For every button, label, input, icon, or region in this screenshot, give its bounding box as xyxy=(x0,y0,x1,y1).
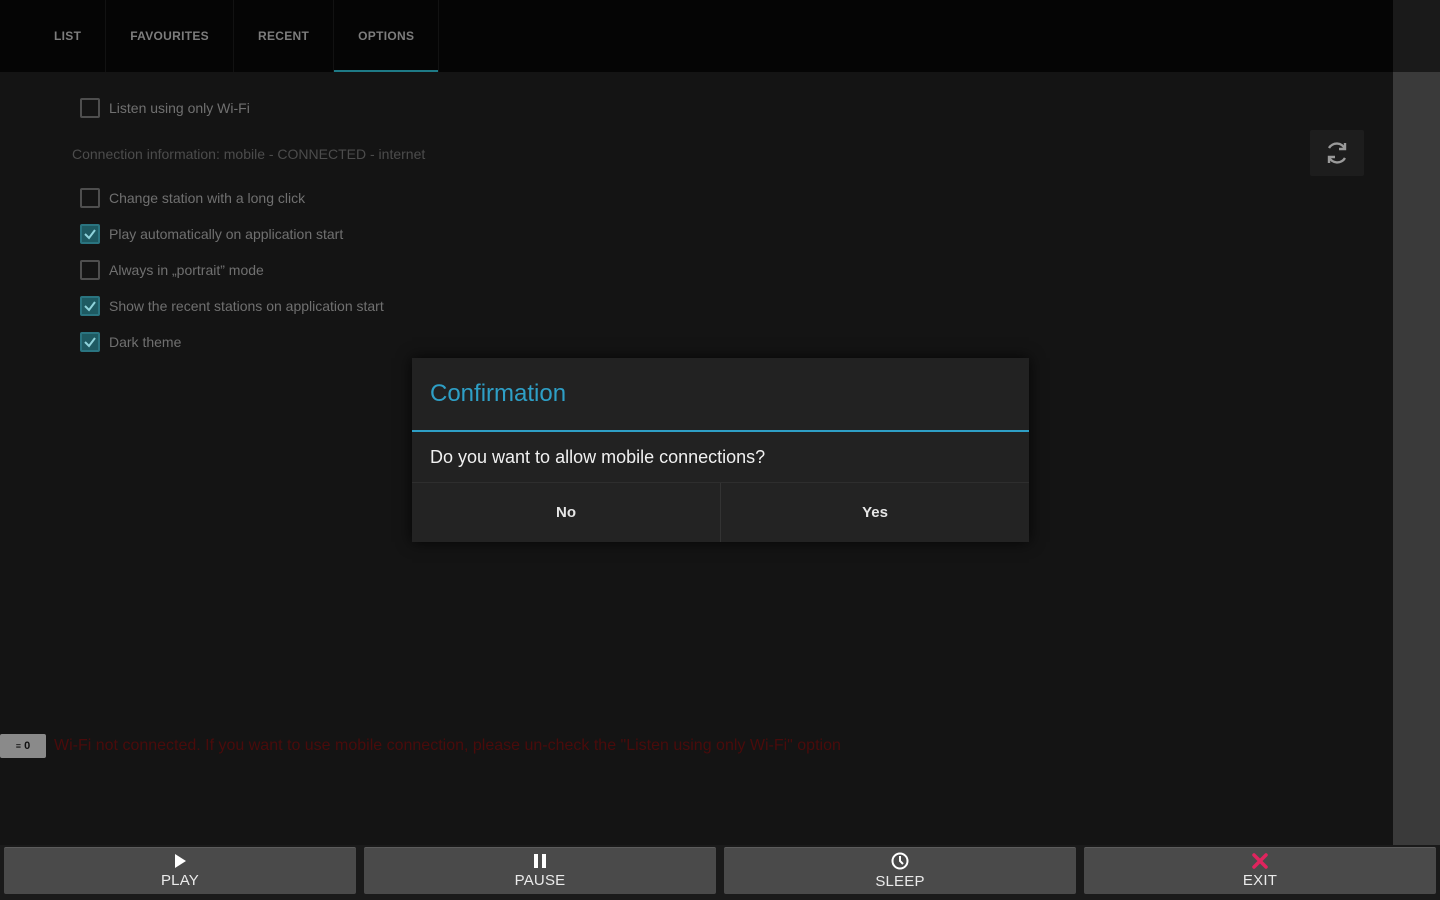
dialog-button-row: No Yes xyxy=(412,482,1029,542)
status-line: ≡ 0 Wi-Fi not connected. If you want to u… xyxy=(0,734,1100,758)
dark-theme-label: Dark theme xyxy=(109,334,182,350)
tab-bar-corner xyxy=(1393,0,1440,72)
tab-list[interactable]: LIST xyxy=(30,0,107,72)
long-click-checkbox[interactable] xyxy=(80,188,100,208)
play-icon xyxy=(175,854,186,868)
play-button[interactable]: PLAY xyxy=(4,847,356,894)
dark-theme-checkbox[interactable] xyxy=(80,332,100,352)
sleep-label: SLEEP xyxy=(875,873,925,890)
option-autoplay[interactable]: Play automatically on application start xyxy=(80,224,343,244)
option-wifi-only[interactable]: Listen using only Wi-Fi xyxy=(80,98,250,118)
scrollbar-track[interactable] xyxy=(1393,72,1440,845)
confirmation-dialog: Confirmation Do you want to allow mobile… xyxy=(412,358,1029,542)
tab-bar: LIST FAVOURITES RECENT OPTIONS xyxy=(0,0,1393,72)
option-dark-theme[interactable]: Dark theme xyxy=(80,332,181,352)
dialog-message: Do you want to allow mobile connections? xyxy=(430,446,766,467)
pause-icon xyxy=(534,854,546,868)
signal-status-icon: ≡ 0 xyxy=(0,734,46,758)
pause-label: PAUSE xyxy=(514,872,566,889)
option-long-click[interactable]: Change station with a long click xyxy=(80,188,305,208)
exit-button[interactable]: EXIT xyxy=(1084,847,1436,894)
tab-list-label: LIST xyxy=(54,29,82,43)
wifi-only-checkbox[interactable] xyxy=(80,98,100,118)
signal-status-icon-label: 0 xyxy=(24,740,31,752)
tab-favourites[interactable]: FAVOURITES xyxy=(106,0,234,72)
portrait-checkbox[interactable] xyxy=(80,260,100,280)
recent-on-start-checkbox[interactable] xyxy=(80,296,100,316)
recent-on-start-label: Show the recent stations on application … xyxy=(109,298,384,314)
dialog-title: Confirmation xyxy=(412,358,1029,432)
tab-options[interactable]: OPTIONS xyxy=(334,0,440,72)
close-icon xyxy=(1252,853,1268,869)
refresh-button[interactable] xyxy=(1310,130,1364,176)
autoplay-label: Play automatically on application start xyxy=(109,226,344,242)
no-button[interactable]: No xyxy=(412,483,720,542)
tab-favourites-label: FAVOURITES xyxy=(130,29,209,43)
bottom-control-bar: PLAY PAUSE SLEEP EXIT xyxy=(0,845,1440,900)
connection-info: Connection information: mobile - CONNECT… xyxy=(72,146,426,162)
refresh-icon xyxy=(1327,142,1347,164)
tab-recent-label: RECENT xyxy=(258,29,310,43)
play-label: PLAY xyxy=(160,872,200,889)
yes-button[interactable]: Yes xyxy=(720,483,1029,542)
long-click-label: Change station with a long click xyxy=(109,190,306,206)
exit-label: EXIT xyxy=(1242,872,1278,889)
wifi-only-label: Listen using only Wi-Fi xyxy=(109,100,250,116)
portrait-label: Always in „portrait” mode xyxy=(109,262,264,278)
tab-options-label: OPTIONS xyxy=(358,29,415,43)
autoplay-checkbox[interactable] xyxy=(80,224,100,244)
status-message: Wi-Fi not connected. If you want to use … xyxy=(54,737,841,754)
option-recent-on-start[interactable]: Show the recent stations on application … xyxy=(80,296,384,316)
sleep-button[interactable]: SLEEP xyxy=(724,847,1076,894)
pause-button[interactable]: PAUSE xyxy=(364,847,716,894)
option-portrait[interactable]: Always in „portrait” mode xyxy=(80,260,264,280)
clock-icon xyxy=(891,852,909,870)
tab-recent[interactable]: RECENT xyxy=(234,0,335,72)
